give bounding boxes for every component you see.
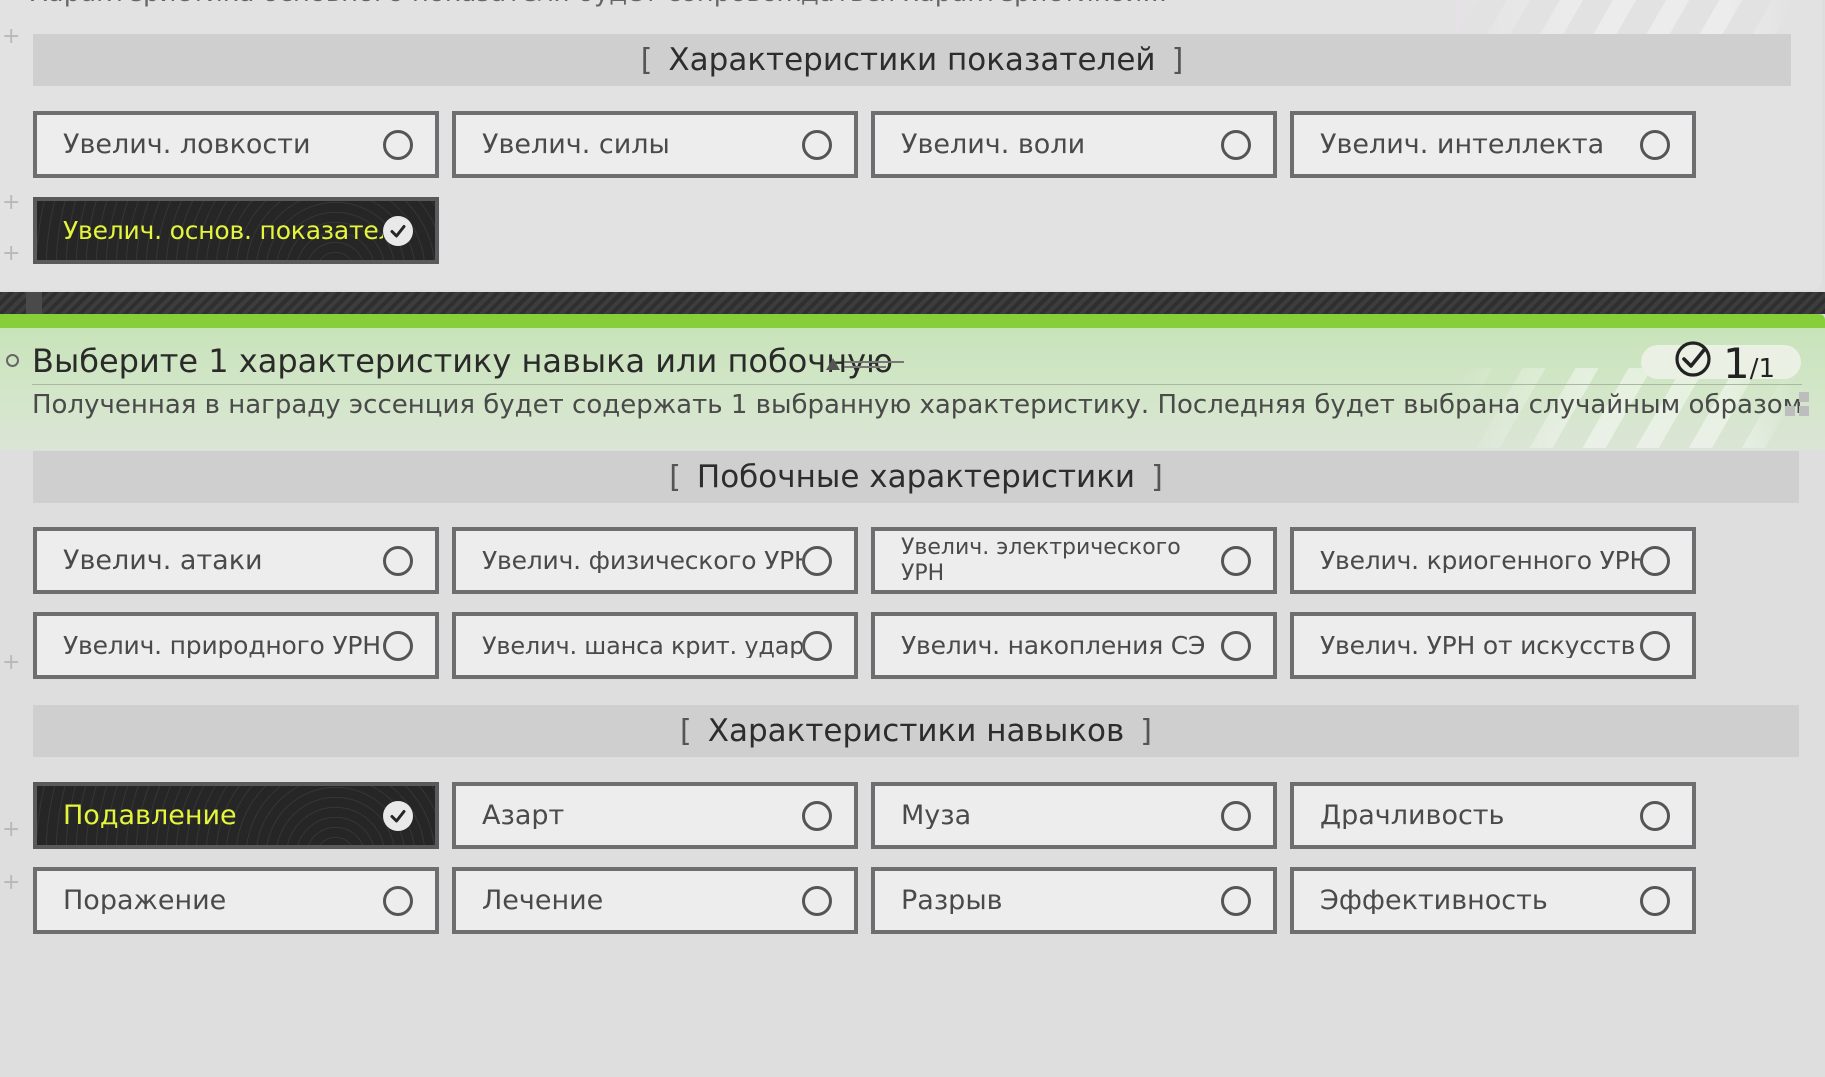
radio-unchecked-icon: [1221, 885, 1251, 916]
option-nature-dmg[interactable]: Увелич. природного УРН: [33, 612, 439, 679]
bracket-open: [: [669, 459, 681, 495]
option-suppression[interactable]: Подавление: [33, 782, 439, 849]
option-arts-dmg[interactable]: Увелич. УРН от искусств: [1290, 612, 1696, 679]
cut-off-description: Характеристика основного показателя буде…: [30, 0, 1167, 8]
option-label: Драчливость: [1320, 802, 1505, 829]
option-label: Увелич. накопления СЭ: [901, 633, 1206, 658]
option-muse[interactable]: Муза: [871, 782, 1277, 849]
section-title: Характеристики показателей: [668, 42, 1156, 78]
radio-unchecked-icon: [802, 800, 832, 831]
app-root: Характеристика основного показателя буде…: [0, 0, 1825, 1077]
radio-unchecked-icon: [802, 885, 832, 916]
radio-unchecked-icon: [383, 885, 413, 916]
option-cryo-dmg[interactable]: Увелич. криогенного УРН: [1290, 527, 1696, 594]
plus-mark-icon: +: [2, 650, 21, 675]
option-label: Увелич. природного УРН: [63, 633, 381, 658]
section-title: Характеристики навыков: [707, 713, 1125, 749]
option-label: Увелич. атаки: [63, 547, 263, 574]
separator-block: [26, 292, 42, 314]
option-label: Азарт: [482, 802, 565, 829]
option-excitement[interactable]: Азарт: [452, 782, 858, 849]
option-label: Увелич. физического УРН: [482, 548, 802, 573]
radio-unchecked-icon: [1640, 800, 1670, 831]
option-label: Увелич. силы: [482, 131, 670, 158]
radio-unchecked-icon: [1640, 885, 1670, 916]
option-label: Подавление: [63, 802, 237, 829]
selection-counter: 1 /1: [1641, 341, 1801, 385]
bracket-close: ]: [1171, 42, 1184, 78]
plus-mark-icon: +: [2, 241, 21, 266]
radio-unchecked-icon: [1640, 129, 1670, 160]
plus-mark-icon: +: [2, 24, 21, 49]
header-divider: [32, 384, 1802, 385]
section-title: Побочные характеристики: [696, 459, 1136, 495]
quest-header: Выберите 1 характеристику навыка или поб…: [0, 328, 1825, 450]
option-label: Увелич. интеллекта: [1320, 131, 1605, 158]
radio-unchecked-icon: [1640, 630, 1670, 661]
section-header-skills: [ Характеристики навыков ]: [33, 705, 1799, 757]
radio-unchecked-icon: [1640, 545, 1670, 576]
counter-total: /1: [1749, 354, 1775, 384]
quest-title: Выберите 1 характеристику навыка или поб…: [32, 342, 893, 380]
plus-mark-icon: +: [2, 870, 21, 895]
radio-unchecked-icon: [802, 630, 832, 661]
option-defeat[interactable]: Поражение: [33, 867, 439, 934]
plus-mark-icon: +: [2, 817, 21, 842]
radio-unchecked-icon: [383, 545, 413, 576]
option-label: Эффективность: [1320, 887, 1548, 914]
option-label: Увелич. шанса крит. удара: [482, 633, 802, 658]
option-label: Увелич. УРН от искусств: [1320, 633, 1636, 658]
radio-unchecked-icon: [1221, 630, 1251, 661]
check-circle-icon: [1673, 339, 1713, 383]
option-agility[interactable]: Увелич. ловкости: [33, 111, 439, 178]
stat-panel: Характеристика основного показателя буде…: [0, 0, 1822, 290]
option-label: Увелич. ловкости: [63, 131, 311, 158]
bracket-open: [: [680, 713, 692, 749]
bracket-open: [: [640, 42, 653, 78]
option-efficiency[interactable]: Эффективность: [1290, 867, 1696, 934]
option-label: Муза: [901, 802, 972, 829]
option-attack[interactable]: Увелич. атаки: [33, 527, 439, 594]
panel-separator: [0, 292, 1825, 314]
option-label: Увелич. криогенного УРН: [1320, 548, 1640, 573]
option-intellect[interactable]: Увелич. интеллекта: [1290, 111, 1696, 178]
radio-unchecked-icon: [1221, 129, 1251, 160]
option-strength[interactable]: Увелич. силы: [452, 111, 858, 178]
radio-unchecked-icon: [383, 630, 413, 661]
option-label: Разрыв: [901, 887, 1003, 914]
option-pugnacity[interactable]: Драчливость: [1290, 782, 1696, 849]
check-selected-icon: [383, 215, 413, 246]
radio-unchecked-icon: [1221, 800, 1251, 831]
option-label: Увелич. основ. показателя: [63, 218, 383, 243]
option-rupture[interactable]: Разрыв: [871, 867, 1277, 934]
radio-unchecked-icon: [802, 129, 832, 160]
bracket-close: ]: [1151, 459, 1163, 495]
plus-mark-icon: +: [2, 190, 21, 215]
option-main-stat[interactable]: Увелич. основ. показателя: [33, 197, 439, 264]
option-label: Увелич. электрического УРН: [901, 535, 1181, 586]
option-physical-dmg[interactable]: Увелич. физического УРН: [452, 527, 858, 594]
option-will[interactable]: Увелич. воли: [871, 111, 1277, 178]
section-header-stats: [ Характеристики показателей ]: [33, 34, 1791, 86]
radio-unchecked-icon: [802, 545, 832, 576]
grip-icon: [1785, 392, 1811, 418]
small-logo-icon: [826, 358, 904, 370]
option-label: Поражение: [63, 887, 227, 914]
option-energy-accumulation[interactable]: Увелич. накопления СЭ: [871, 612, 1277, 679]
option-label: Увелич. воли: [901, 131, 1086, 158]
section-header-secondary: [ Побочные характеристики ]: [33, 451, 1799, 503]
option-crit-chance[interactable]: Увелич. шанса крит. удара: [452, 612, 858, 679]
bullet-icon: [6, 354, 19, 367]
option-electric-dmg[interactable]: Увелич. электрического УРН: [871, 527, 1277, 594]
radio-unchecked-icon: [383, 129, 413, 160]
quest-description: Полученная в награду эссенция будет соде…: [32, 390, 1811, 420]
counter-current: 1: [1722, 339, 1750, 388]
quest-accent-bar: [0, 314, 1825, 328]
option-healing[interactable]: Лечение: [452, 867, 858, 934]
option-label: Лечение: [482, 887, 604, 914]
radio-unchecked-icon: [1221, 545, 1251, 576]
check-selected-icon: [383, 800, 413, 831]
bracket-close: ]: [1140, 713, 1152, 749]
